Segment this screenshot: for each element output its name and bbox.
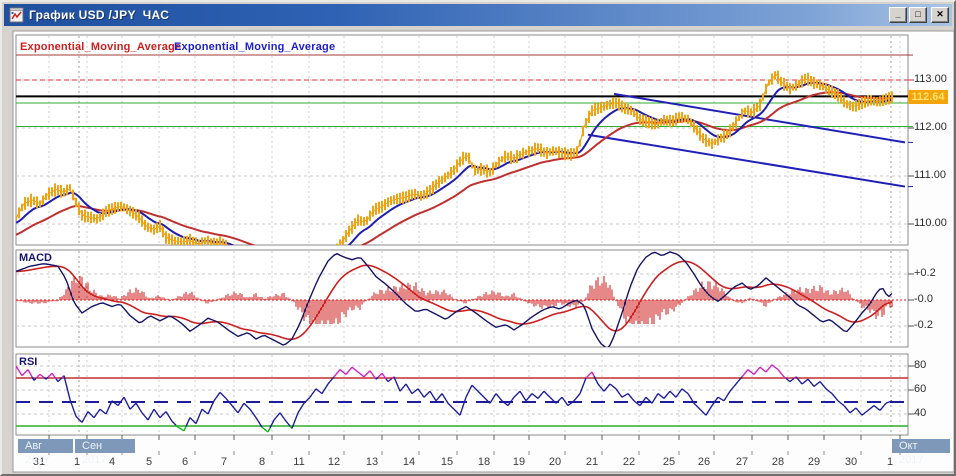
time-axis-day-label: 26 (697, 456, 711, 468)
time-axis-day-label: 12 (327, 456, 341, 468)
rsi-panel-label: RSI (19, 356, 38, 368)
time-axis-day-label: 28 (771, 456, 785, 468)
price-axis-label: 111.00 (914, 169, 947, 181)
time-axis-day-label: 19 (512, 456, 526, 468)
time-axis-day-label: 14 (402, 456, 416, 468)
rsi-axis-label: 80 (914, 359, 927, 371)
macd-axis-label: -0.0 (914, 293, 933, 305)
time-axis-day-label: 5 (145, 456, 153, 468)
time-axis-day-label: 8 (258, 456, 266, 468)
time-axis-month-badge: Сен 2017 (75, 439, 135, 466)
time-axis-day-label: 4 (108, 456, 116, 468)
price-axis-label: 110.00 (914, 217, 947, 229)
time-axis-month-badge: Авг 2017 (18, 439, 73, 466)
ema-label-slow: Exponential_Moving_Average (174, 41, 336, 53)
chart-window: График USD /JPY ЧАС _ □ ✕ Exponential_Mo… (0, 0, 956, 476)
time-axis-day-label: 22 (622, 456, 636, 468)
time-axis-day-label: 30 (844, 456, 858, 468)
macd-axis-label: +0.2 (914, 267, 936, 279)
time-axis-day-label: 13 (365, 456, 379, 468)
rsi-axis-label: 40 (914, 407, 927, 419)
time-axis-day-label: 15 (440, 456, 454, 468)
time-axis-day-label: 21 (585, 456, 599, 468)
price-axis-label: 112.00 (914, 121, 947, 133)
chart-canvas[interactable] (2, 2, 956, 476)
price-axis-label: 113.00 (914, 73, 947, 85)
time-axis-day-label: 1 (73, 456, 81, 468)
macd-panel-label: MACD (19, 252, 52, 264)
time-axis-day-label: 7 (220, 456, 228, 468)
time-axis-day-label: 11 (293, 456, 305, 468)
time-axis-day-label: 1 (886, 456, 894, 468)
time-axis-day-label: 18 (477, 456, 491, 468)
macd-axis-label: -0.2 (914, 319, 933, 331)
time-axis-day-label: 27 (735, 456, 749, 468)
time-axis-day-label: 29 (807, 456, 821, 468)
time-axis-day-label: 20 (548, 456, 562, 468)
time-axis-day-label: 6 (181, 456, 189, 468)
time-axis-month-badge: Окт 2017 (892, 439, 950, 466)
last-price-badge: 112.64 (908, 90, 948, 105)
ema-label-fast: Exponential_Moving_Average (20, 41, 182, 53)
time-axis-day-label: 25 (662, 456, 676, 468)
rsi-axis-label: 60 (914, 383, 927, 395)
